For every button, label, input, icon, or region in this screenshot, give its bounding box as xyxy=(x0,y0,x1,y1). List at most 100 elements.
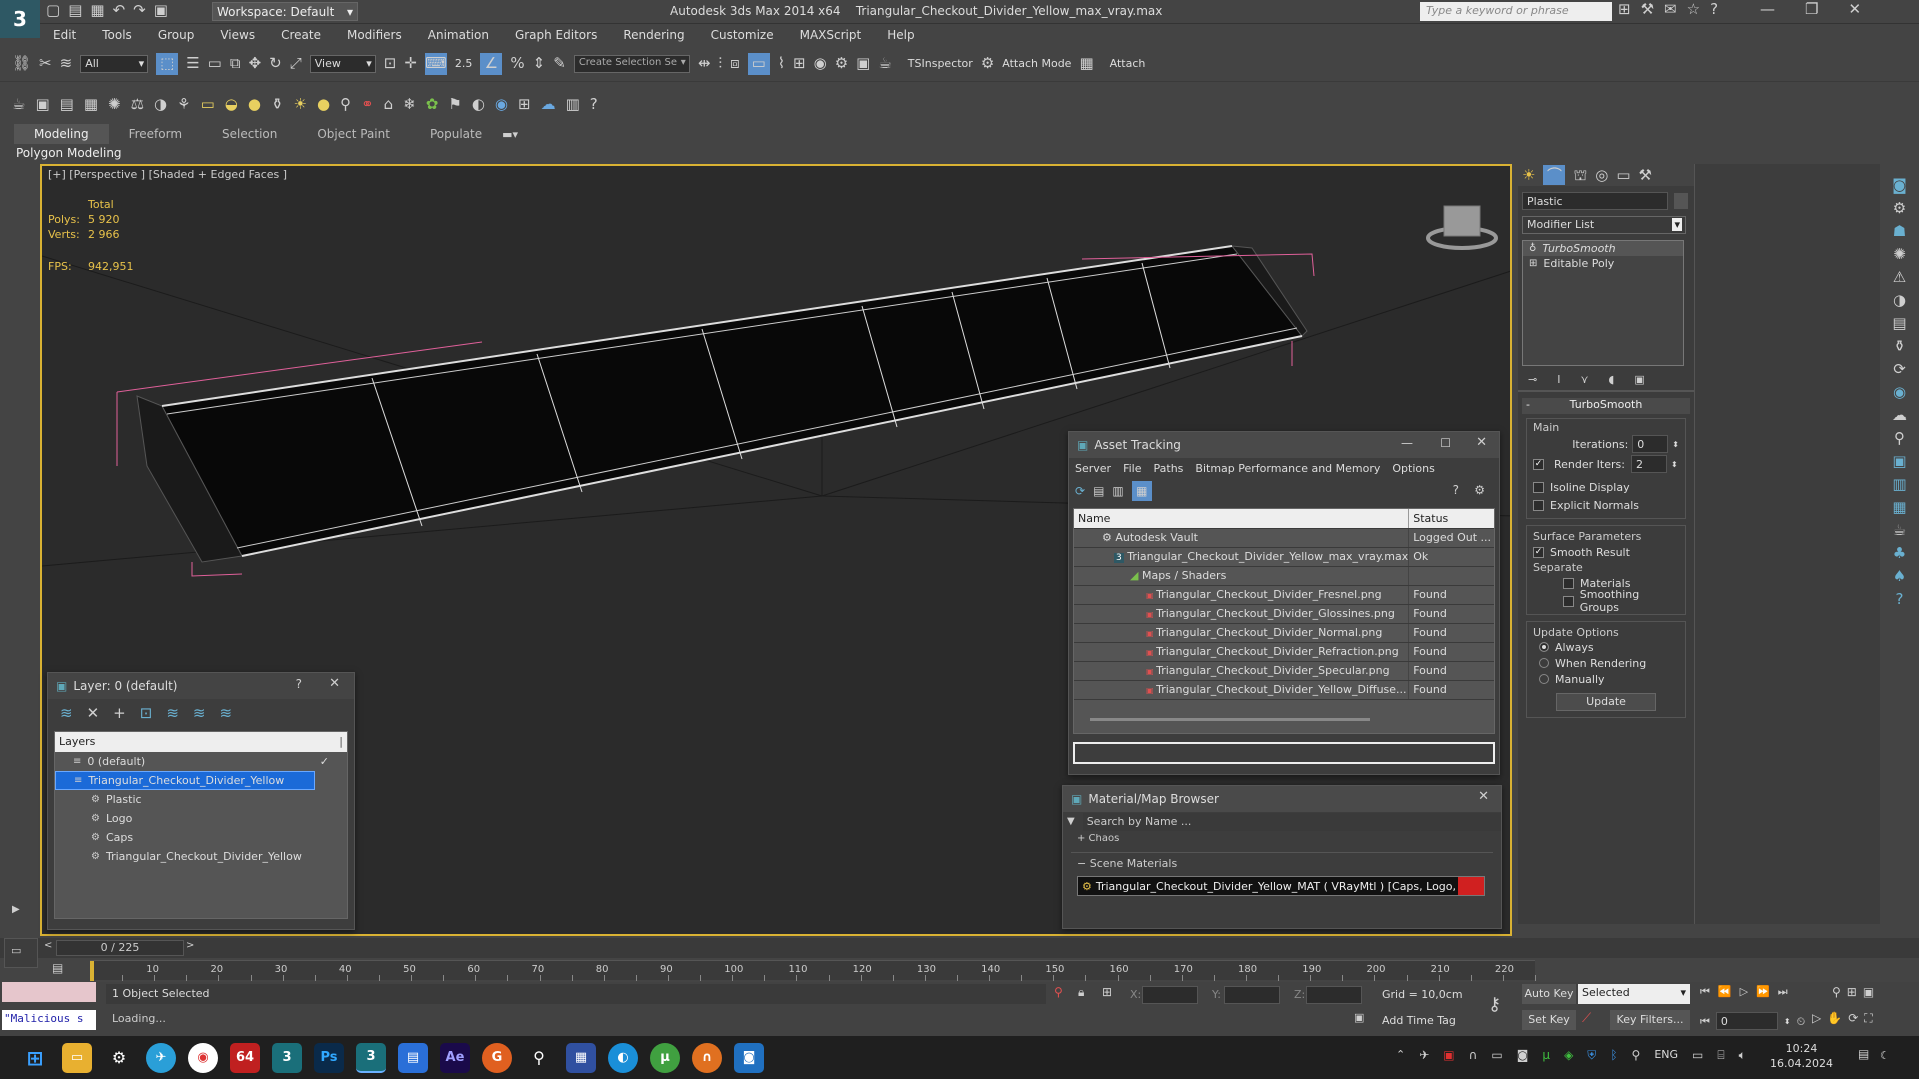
play-viewport-icon[interactable]: ▶ xyxy=(12,905,20,915)
menu-paths[interactable]: Paths xyxy=(1154,462,1184,475)
scale-icon[interactable]: ⤢ xyxy=(290,56,302,71)
app-logo[interactable]: 3 xyxy=(0,0,40,38)
explicit-normals-row[interactable]: Explicit Normals xyxy=(1533,496,1679,514)
make-unique-icon[interactable]: ⋎ xyxy=(1580,374,1588,385)
app-orange-icon[interactable]: ∩ xyxy=(692,1042,722,1073)
hide-layers-icon[interactable]: ≋ xyxy=(193,705,206,721)
vray-camera-icon[interactable]: ◙ xyxy=(1892,178,1907,193)
toggle-ribbon-icon[interactable]: ▭ xyxy=(747,52,770,75)
modifier-list-dropdown[interactable]: Modifier List ▾ xyxy=(1522,216,1686,234)
percent-snap-icon[interactable]: % xyxy=(510,56,524,71)
tab-freeform[interactable]: Freeform xyxy=(109,124,202,144)
vray-sphere-fade-icon[interactable]: ◑ xyxy=(1893,293,1906,308)
redo-icon[interactable]: ↷ xyxy=(133,3,146,18)
schematic-view-icon[interactable]: ⊞ xyxy=(793,56,806,71)
zoom-all-icon[interactable]: ⊞ xyxy=(1847,986,1857,998)
chaos-group[interactable]: + Chaos xyxy=(1077,834,1493,846)
smooth-result-checkbox[interactable]: ✓ xyxy=(1533,546,1544,558)
spinner-snap-icon[interactable]: ⇕ xyxy=(533,56,546,71)
tray-network-icon[interactable]: ⌸ xyxy=(1717,1049,1724,1061)
motion-tab-icon[interactable]: ◎ xyxy=(1595,167,1608,183)
plane-light-icon[interactable]: ▭ xyxy=(201,96,215,112)
tray-headset-icon[interactable]: ∩ xyxy=(1469,1049,1478,1061)
unlink-icon[interactable]: ✂ xyxy=(39,56,52,71)
close-icon[interactable]: ✕ xyxy=(1478,790,1489,803)
mini-curve-editor-toggle[interactable]: ▭ xyxy=(4,938,38,968)
time-slider-prev-icon[interactable]: < xyxy=(44,941,52,951)
checker-icon[interactable]: ▦ xyxy=(1079,56,1093,71)
sun-icon[interactable]: ☀ xyxy=(294,96,307,112)
move-icon[interactable]: ✥ xyxy=(249,56,262,71)
object-color-swatch[interactable] xyxy=(1674,193,1688,209)
scene-material-item[interactable]: ⚙ Triangular_Checkout_Divider_Yellow_MAT… xyxy=(1077,876,1485,896)
track-bar-ruler[interactable]: 10 20 30 40 50 60 70 80 90 100 110 120 130 140 150 160 1… xyxy=(90,960,1536,981)
tray-volume-icon[interactable]: 🔈︎ xyxy=(1739,1049,1746,1061)
vray-bottle-icon[interactable]: ⚱ xyxy=(1893,339,1906,354)
tray-bluetooth-icon[interactable]: ᛒ xyxy=(1610,1049,1617,1061)
vray-sun-icon[interactable]: ✺ xyxy=(1893,247,1906,262)
new-file-icon[interactable]: ▢ xyxy=(46,3,60,18)
render-region-icon[interactable]: ▦ xyxy=(84,96,98,112)
menu-bitmap-performance[interactable]: Bitmap Performance and Memory xyxy=(1195,462,1380,475)
table-view-icon[interactable]: ▦ xyxy=(1131,481,1152,501)
manually-row[interactable]: Manually xyxy=(1533,671,1679,687)
next-frame-icon[interactable]: ⏩ xyxy=(1756,986,1770,997)
current-frame-marker[interactable] xyxy=(90,961,94,981)
previous-frame-icon[interactable]: ⏪ xyxy=(1718,986,1732,997)
tray-display-icon[interactable]: ▭ xyxy=(1491,1049,1502,1061)
window-crossing-icon[interactable]: ⧉ xyxy=(230,56,241,71)
time-slider[interactable]: < 0 / 225 > xyxy=(0,938,1919,958)
isoline-row[interactable]: Isoline Display xyxy=(1533,478,1679,496)
keyboard-shortcut-override-icon[interactable]: ⌨ xyxy=(424,52,447,75)
vray-fur-icon[interactable]: ❄ xyxy=(403,96,416,112)
layer-row-selected[interactable]: ≡ Triangular_Checkout_Divider_Yellow xyxy=(55,771,315,790)
select-by-name-icon[interactable]: ☰ xyxy=(186,56,199,71)
explicit-normals-checkbox[interactable] xyxy=(1533,499,1544,511)
listener-pink-area[interactable] xyxy=(2,982,96,1002)
field-of-view-icon[interactable]: ▷ xyxy=(1812,1012,1821,1024)
vray-lister-icon[interactable]: ⊞ xyxy=(518,96,531,112)
add-to-layer-icon[interactable]: + xyxy=(113,705,126,721)
favorites-icon[interactable]: ☆ xyxy=(1687,2,1700,17)
menu-graph-editors[interactable]: Graph Editors xyxy=(502,24,610,46)
tray-telegram-icon[interactable]: ✈ xyxy=(1419,1049,1429,1061)
vray-lamp-icon[interactable]: ⚲ xyxy=(1894,431,1905,446)
menu-server[interactable]: Server xyxy=(1075,462,1111,475)
time-slider-next-icon[interactable]: > xyxy=(186,941,194,951)
set-key-button[interactable]: Set Key xyxy=(1522,1010,1576,1030)
tab-selection[interactable]: Selection xyxy=(202,124,297,144)
tab-populate[interactable]: Populate xyxy=(410,124,502,144)
asset-row[interactable]: ◢ Maps / Shaders xyxy=(1074,566,1494,586)
object-row[interactable]: ⚙ Logo xyxy=(55,809,347,828)
horizontal-scrollbar[interactable] xyxy=(1090,717,1370,721)
object-row[interactable]: ⚙ Triangular_Checkout_Divider_Yellow xyxy=(55,847,347,866)
object-name-field[interactable] xyxy=(1522,192,1668,210)
orbit-icon[interactable]: ⟳ xyxy=(1848,1012,1858,1024)
tsinspector-button[interactable]: TSInspector xyxy=(908,57,973,70)
layer-panel-titlebar[interactable]: ▣ Layer: 0 (default) ? ✕ xyxy=(48,673,354,699)
auto-key-button[interactable]: Auto Key xyxy=(1522,984,1576,1004)
dome-light-icon[interactable]: ◒ xyxy=(225,96,238,112)
y-coordinate-field[interactable] xyxy=(1224,986,1280,1004)
go-to-end-icon[interactable]: ⏭ xyxy=(1778,986,1788,997)
configure-modifier-sets-icon[interactable]: ▣ xyxy=(1634,374,1644,385)
file-explorer-icon[interactable]: ▭ xyxy=(62,1042,92,1073)
omni-light-icon[interactable]: ● xyxy=(317,96,330,112)
key-filter-icon[interactable]: ⟋ xyxy=(1582,1012,1591,1025)
attach-mode-button[interactable]: Attach Mode xyxy=(1002,57,1071,70)
tray-security-icon[interactable]: ⛨ xyxy=(1587,1049,1596,1061)
render-production-icon[interactable]: ☕ xyxy=(878,56,891,71)
tab-modeling[interactable]: Modeling xyxy=(14,124,109,144)
smooth-result-row[interactable]: ✓ Smooth Result xyxy=(1533,543,1679,561)
pivot-center-icon[interactable]: ⊡ xyxy=(384,56,397,71)
menu-maxscript[interactable]: MAXScript xyxy=(787,24,875,46)
vray-tree-icon[interactable]: ♠ xyxy=(1893,569,1906,584)
viewcube[interactable] xyxy=(1443,205,1481,237)
reference-coordinate-dropdown[interactable]: View ▾ xyxy=(309,54,376,73)
search-input[interactable]: Type a keyword or phrase xyxy=(1420,2,1612,21)
vray-proxy-icon[interactable]: ⚭ xyxy=(361,96,374,112)
vray-help-icon[interactable]: ? xyxy=(590,96,598,112)
menu-group[interactable]: Group xyxy=(145,24,208,46)
3dsmax-2014-icon[interactable]: 3 xyxy=(272,1042,302,1073)
list-view-icon[interactable]: ▤ xyxy=(1093,485,1104,497)
